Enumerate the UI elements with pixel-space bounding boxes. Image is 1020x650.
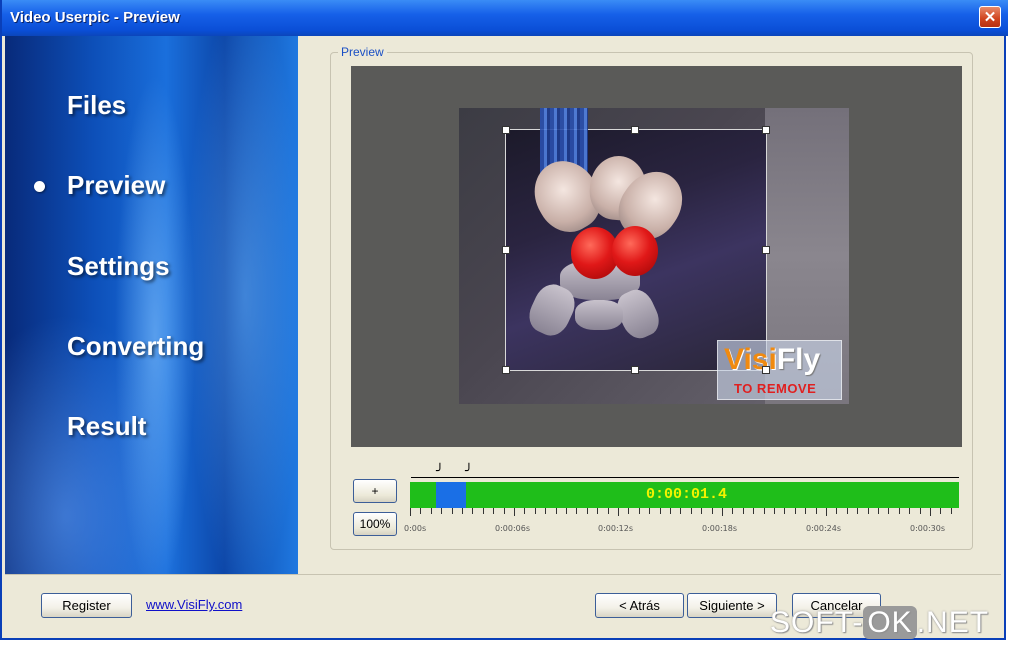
ruler-tick [701,508,703,514]
start-marker-icon[interactable]: ╯ [436,463,444,479]
timeline-ruler [410,508,959,516]
preview-group-label: Preview [338,45,387,59]
website-link[interactable]: www.VisiFly.com [146,597,242,612]
ruler-tick [753,508,755,514]
step-preview: Preview [67,170,166,200]
ruler-tick [503,508,505,514]
title-bar[interactable]: Video Userpic - Preview ✕ [2,0,1008,36]
crop-handle-top[interactable] [631,126,639,134]
ruler-tick [846,508,848,514]
ruler-tick [451,508,453,514]
end-marker-icon[interactable]: ╯ [465,463,473,479]
tick-label: 0:00s [404,524,427,533]
ruler-tick [763,508,765,514]
ruler-tick [940,508,942,514]
crop-handle-right[interactable] [762,246,770,254]
ruler-tick [794,508,796,514]
ruler-tick [586,508,588,514]
register-button[interactable]: Register [41,593,132,618]
tick-label: 0:00:06s [495,524,531,533]
tick-label: 0:00:18s [702,524,738,533]
ruler-tick [867,508,869,514]
watermark-subtitle: TO REMOVE [734,381,817,396]
ruler-tick [566,508,567,514]
timeline-track-line [411,477,959,478]
ruler-tick [524,508,526,514]
ruler-tick [742,508,744,514]
ruler-tick [878,508,879,514]
visifly-logo: VisiFly [724,343,821,376]
tick-label: 0:00:24s [806,524,842,533]
ruler-tick [607,508,609,514]
ruler-tick [930,508,931,516]
ruler-tick [950,508,952,514]
ruler-tick [815,508,817,514]
ruler-tick [909,508,911,514]
window-title: Video Userpic - Preview [10,9,180,26]
tick-label: 0:00:30s [910,524,946,533]
site-watermark: SOFT- OK .NET [770,606,990,639]
ruler-tick [774,508,775,514]
crop-handle-bottom[interactable] [631,366,639,374]
ruler-tick [670,508,671,514]
ruler-tick [628,508,630,514]
ruler-tick [430,508,432,514]
crop-handle-top-right[interactable] [762,126,770,134]
ruler-tick [857,508,859,514]
ruler-tick [482,508,484,514]
ruler-tick [784,508,786,514]
ruler-tick [805,508,807,514]
step-result: Result [67,411,147,441]
ruler-tick [462,508,463,514]
ruler-tick [493,508,495,514]
ruler-tick [836,508,838,514]
tick-label: 0:00:12s [598,524,634,533]
ruler-tick [711,508,713,514]
trial-watermark: VisiFly TO REMOVE [717,340,842,400]
ruler-tick [545,508,547,514]
add-marker-button[interactable]: + [353,479,397,503]
timeline-selection[interactable] [436,482,466,508]
ruler-tick [441,508,443,514]
crop-handle-bottom-right[interactable] [762,366,770,374]
ruler-tick [898,508,900,514]
ruler-tick [919,508,921,514]
footer-separator [5,574,1001,575]
wizard-steps-sidebar [5,36,298,574]
ruler-tick [576,508,578,514]
ruler-tick [826,508,827,516]
ruler-tick [472,508,474,514]
ruler-tick [722,508,723,516]
step-files: Files [67,90,127,120]
ruler-tick [732,508,734,514]
step-converting: Converting [67,331,205,361]
ruler-tick [690,508,692,514]
ruler-tick [534,508,536,514]
active-step-bullet-icon [34,181,45,192]
ruler-tick [638,508,640,514]
back-button[interactable]: < Atrás [595,593,684,618]
ruler-tick [618,508,619,516]
ruler-tick [420,508,422,514]
crop-handle-left[interactable] [502,246,510,254]
current-time-display: 0:00:01.4 [646,486,728,503]
ruler-tick [597,508,599,514]
ruler-tick [649,508,651,514]
close-icon: ✕ [983,9,997,26]
ruler-tick [514,508,515,516]
close-button[interactable]: ✕ [979,6,1001,28]
step-settings: Settings [67,251,170,281]
ruler-tick [680,508,682,514]
ruler-tick [888,508,890,514]
ruler-tick [410,508,411,516]
zoom-100-button[interactable]: 100% [353,512,397,536]
ruler-tick [555,508,557,514]
crop-handle-top-left[interactable] [502,126,510,134]
next-button[interactable]: Siguiente > [687,593,777,618]
crop-handle-bottom-left[interactable] [502,366,510,374]
ruler-tick [659,508,661,514]
